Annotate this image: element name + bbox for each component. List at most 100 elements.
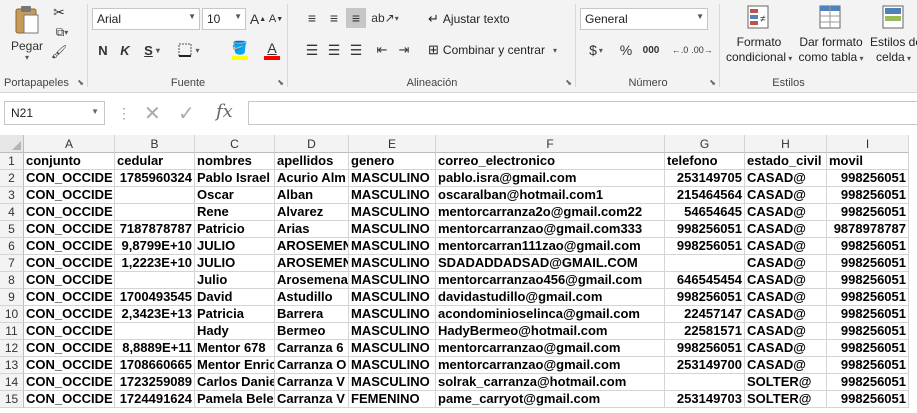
table-cell[interactable]: CASAD@ bbox=[745, 289, 827, 306]
header-cell-f[interactable]: correo_electronico bbox=[436, 153, 665, 170]
table-cell[interactable]: MASCULINO bbox=[349, 306, 436, 323]
orientation-icon[interactable]: ab↗ ▾ bbox=[370, 8, 400, 28]
table-cell[interactable]: 215464564 bbox=[665, 187, 745, 204]
table-cell[interactable]: CON_OCCIDE bbox=[24, 221, 115, 238]
portapapeles-launcher-icon[interactable]: ⬊ bbox=[77, 78, 84, 87]
table-cell[interactable]: pame_carryot@gmail.com bbox=[436, 391, 665, 408]
italic-button[interactable]: K bbox=[116, 40, 134, 60]
table-cell[interactable]: MASCULINO bbox=[349, 289, 436, 306]
table-cell[interactable]: MASCULINO bbox=[349, 323, 436, 340]
table-cell[interactable]: 8,8889E+11 bbox=[115, 340, 195, 357]
table-cell[interactable]: CON_OCCIDE bbox=[24, 238, 115, 255]
table-cell[interactable]: 2,3423E+13 bbox=[115, 306, 195, 323]
decrease-decimal-icon[interactable]: .00→ bbox=[691, 40, 713, 60]
table-cell[interactable] bbox=[115, 323, 195, 340]
table-cell[interactable]: 9,8799E+10 bbox=[115, 238, 195, 255]
table-cell[interactable]: 998256051 bbox=[665, 238, 745, 255]
cut-icon[interactable]: ✂ bbox=[50, 4, 68, 20]
table-cell[interactable]: AROSEMEN bbox=[275, 255, 349, 272]
column-header-g[interactable]: G bbox=[665, 135, 745, 153]
table-cell[interactable]: solrak_carranza@hotmail.com bbox=[436, 374, 665, 391]
table-cell[interactable]: 1724491624 bbox=[115, 391, 195, 408]
table-cell[interactable]: 7187878787 bbox=[115, 221, 195, 238]
header-cell-d[interactable]: apellidos bbox=[275, 153, 349, 170]
numero-launcher-icon[interactable]: ⬊ bbox=[709, 78, 716, 87]
table-cell[interactable]: Astudillo bbox=[275, 289, 349, 306]
wrap-text-button[interactable]: ↵ Ajustar texto bbox=[428, 9, 510, 29]
table-cell[interactable]: CON_OCCIDE bbox=[24, 204, 115, 221]
table-cell[interactable]: Pablo Israel bbox=[195, 170, 275, 187]
row-header[interactable]: 15 bbox=[0, 391, 24, 408]
table-cell[interactable] bbox=[115, 272, 195, 289]
table-cell[interactable]: 998256051 bbox=[827, 374, 909, 391]
cell-styles-button[interactable]: Estilos de celda ▾ bbox=[870, 4, 917, 70]
underline-button[interactable]: S ▾ bbox=[138, 40, 166, 60]
shrink-font-button[interactable]: A ▼ bbox=[268, 10, 284, 28]
align-bottom-icon[interactable]: ≡ bbox=[346, 8, 366, 28]
font-color-icon[interactable]: A bbox=[258, 38, 286, 62]
table-cell[interactable]: 998256051 bbox=[827, 357, 909, 374]
row-header[interactable]: 12 bbox=[0, 340, 24, 357]
table-cell[interactable]: MASCULINO bbox=[349, 204, 436, 221]
row-header[interactable]: 10 bbox=[0, 306, 24, 323]
table-cell[interactable]: 998256051 bbox=[827, 187, 909, 204]
table-cell[interactable]: Alban bbox=[275, 187, 349, 204]
table-cell[interactable]: 998256051 bbox=[827, 272, 909, 289]
table-cell[interactable]: Carranza V bbox=[275, 374, 349, 391]
row-header[interactable]: 4 bbox=[0, 204, 24, 221]
table-cell[interactable]: FEMENINO bbox=[349, 391, 436, 408]
table-cell[interactable]: oscaralban@hotmail.com1 bbox=[436, 187, 665, 204]
table-cell[interactable]: CASAD@ bbox=[745, 170, 827, 187]
table-cell[interactable]: 998256051 bbox=[827, 204, 909, 221]
column-header-c[interactable]: C bbox=[195, 135, 275, 153]
column-header-a[interactable]: A bbox=[24, 135, 115, 153]
number-format-select[interactable]: General ▼ bbox=[580, 8, 708, 30]
table-cell[interactable]: CON_OCCIDE bbox=[24, 289, 115, 306]
row-header[interactable]: 5 bbox=[0, 221, 24, 238]
table-cell[interactable]: Bermeo bbox=[275, 323, 349, 340]
table-cell[interactable]: 998256051 bbox=[827, 238, 909, 255]
table-cell[interactable]: 998256051 bbox=[827, 323, 909, 340]
table-cell[interactable]: 646545454 bbox=[665, 272, 745, 289]
merge-center-button[interactable]: ⊞ Combinar y centrar ▾ bbox=[428, 40, 557, 60]
table-cell[interactable]: MASCULINO bbox=[349, 340, 436, 357]
table-cell[interactable]: MASCULINO bbox=[349, 357, 436, 374]
table-cell[interactable]: 22457147 bbox=[665, 306, 745, 323]
header-cell-e[interactable]: genero bbox=[349, 153, 436, 170]
table-cell[interactable] bbox=[665, 255, 745, 272]
table-cell[interactable]: CASAD@ bbox=[745, 306, 827, 323]
table-cell[interactable]: MASCULINO bbox=[349, 272, 436, 289]
align-middle-icon[interactable]: ≡ bbox=[324, 8, 344, 28]
table-cell[interactable]: Oscar bbox=[195, 187, 275, 204]
align-left-icon[interactable]: ☰ bbox=[302, 40, 322, 60]
column-header-i[interactable]: I bbox=[827, 135, 909, 153]
table-cell[interactable]: Carranza 6 bbox=[275, 340, 349, 357]
table-cell[interactable]: mentorcarranza2o@gmail.com22 bbox=[436, 204, 665, 221]
table-cell[interactable]: CON_OCCIDE bbox=[24, 340, 115, 357]
table-cell[interactable]: mentorcarranzao@gmail.com333 bbox=[436, 221, 665, 238]
table-cell[interactable]: CON_OCCIDE bbox=[24, 391, 115, 408]
table-cell[interactable]: Rene bbox=[195, 204, 275, 221]
column-header-b[interactable]: B bbox=[115, 135, 195, 153]
column-header-h[interactable]: H bbox=[745, 135, 827, 153]
table-cell[interactable]: 22581571 bbox=[665, 323, 745, 340]
currency-button[interactable]: $ ▾ bbox=[584, 40, 608, 60]
table-cell[interactable]: CASAD@ bbox=[745, 340, 827, 357]
table-cell[interactable]: Arosemena bbox=[275, 272, 349, 289]
header-cell-c[interactable]: nombres bbox=[195, 153, 275, 170]
conditional-format-button[interactable]: ≠ Formato condicional ▾ bbox=[726, 4, 792, 70]
table-cell[interactable]: SOLTER@ bbox=[745, 391, 827, 408]
table-cell[interactable]: CON_OCCIDE bbox=[24, 255, 115, 272]
table-cell[interactable]: MASCULINO bbox=[349, 255, 436, 272]
table-cell[interactable]: HadyBermeo@hotmail.com bbox=[436, 323, 665, 340]
table-cell[interactable]: pablo.isra@gmail.com bbox=[436, 170, 665, 187]
table-cell[interactable]: CON_OCCIDE bbox=[24, 187, 115, 204]
increase-decimal-icon[interactable]: ←.0 bbox=[670, 40, 690, 60]
row-header[interactable]: 2 bbox=[0, 170, 24, 187]
row-header[interactable]: 14 bbox=[0, 374, 24, 391]
table-cell[interactable]: mentorcarran111zao@gmail.com bbox=[436, 238, 665, 255]
table-cell[interactable]: CON_OCCIDE bbox=[24, 323, 115, 340]
fill-color-icon[interactable]: 🪣 bbox=[226, 38, 254, 62]
table-cell[interactable]: Barrera bbox=[275, 306, 349, 323]
table-cell[interactable]: Julio bbox=[195, 272, 275, 289]
